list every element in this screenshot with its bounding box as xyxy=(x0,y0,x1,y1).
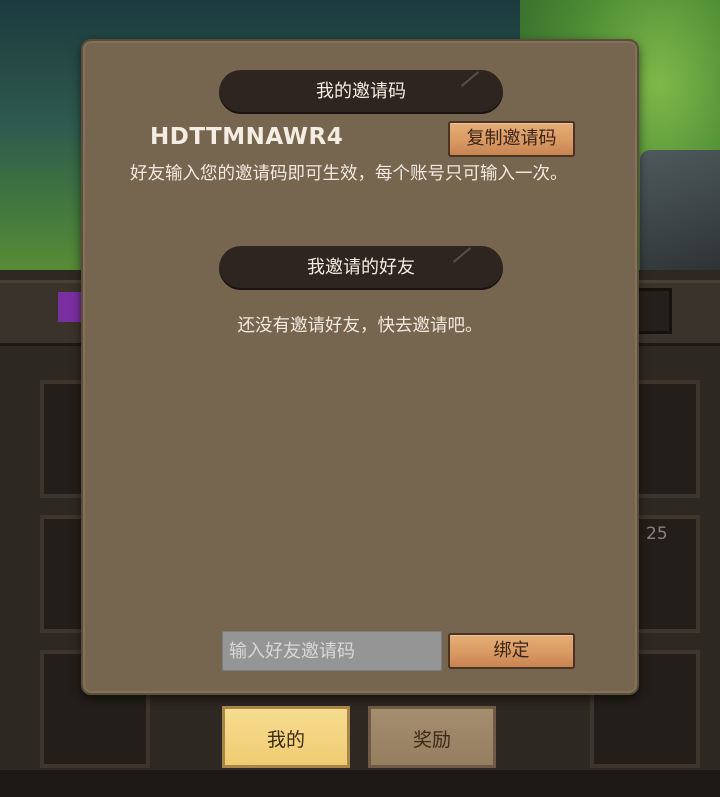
invite-description: 好友输入您的邀请码即可生效，每个账号只可输入一次。 xyxy=(130,164,568,184)
background-slot xyxy=(636,288,672,334)
invite-code-input[interactable] xyxy=(222,631,442,671)
my-code-header: 我的邀请码 xyxy=(219,70,503,114)
my-friends-header: 我邀请的好友 xyxy=(219,246,503,290)
invite-dialog: 我的邀请码 HDTTMNAWR4 复制邀请码 好友输入您的邀请码即可生效，每个账… xyxy=(81,39,639,695)
background-bottom-strip xyxy=(0,770,720,797)
empty-friends-message: 还没有邀请好友，快去邀请吧。 xyxy=(237,316,483,336)
background-level-badge: 25 xyxy=(646,524,668,544)
scratch-decoration xyxy=(460,71,480,87)
tab-mine[interactable]: 我的 xyxy=(222,706,350,768)
invite-code: HDTTMNAWR4 xyxy=(150,124,344,150)
scratch-decoration xyxy=(452,247,472,263)
copy-code-button[interactable]: 复制邀请码 xyxy=(448,121,575,157)
rock-pillar xyxy=(640,150,720,270)
tab-rewards[interactable]: 奖励 xyxy=(368,706,496,768)
my-friends-header-label: 我邀请的好友 xyxy=(307,257,415,278)
bind-button[interactable]: 绑定 xyxy=(448,633,575,669)
my-code-header-label: 我的邀请码 xyxy=(316,81,406,102)
